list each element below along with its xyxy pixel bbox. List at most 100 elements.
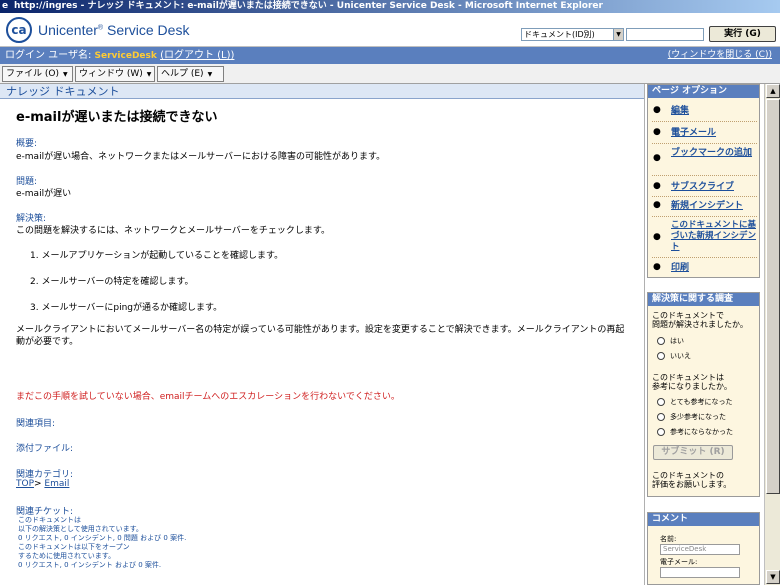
close-window-link[interactable]: (ウィンドウを閉じる (C)) (668, 47, 772, 64)
chevron-down-icon: ▼ (207, 71, 213, 78)
menu-window[interactable]: ウィンドウ (W) ▼ (75, 66, 155, 82)
divider (652, 143, 757, 144)
option-email[interactable]: ● 電子メール (648, 127, 759, 139)
login-bar: ログイン ユーザ名: ServiceDesk (ログアウト (L)) (ウィンド… (0, 47, 780, 64)
search-input[interactable] (626, 28, 704, 41)
radio-label: いいえ (670, 352, 691, 360)
tickets-line-5: するために使用されています。 (18, 552, 116, 560)
email-field[interactable] (660, 567, 740, 578)
chevron-down-icon: ▼ (62, 71, 68, 78)
bullet-icon: ● (653, 127, 661, 137)
option-edit[interactable]: ● 編集 (648, 105, 759, 117)
name-label: 名前: (660, 535, 677, 543)
bullet-icon: ● (653, 153, 661, 163)
divider (652, 121, 757, 122)
option-print[interactable]: ● 印刷 (648, 262, 759, 274)
attachments-label: 添付ファイル: (16, 444, 74, 454)
submit-button[interactable]: サブミット (R) (653, 445, 733, 460)
comment-panel: コメント 名前: ServiceDesk 電子メール: (647, 512, 760, 585)
radio-yes[interactable]: はい (657, 336, 684, 346)
category-top-link[interactable]: TOP (16, 479, 34, 489)
radio-label: 多少参考になった (670, 413, 726, 421)
option-label[interactable]: サブスクライブ (671, 181, 734, 193)
category-path: TOP> Email (16, 479, 69, 489)
bullet-icon: ● (653, 232, 661, 242)
section-header: ナレッジ ドキュメント (0, 84, 644, 99)
radio-label: 参考にならなかった (670, 428, 733, 436)
menu-bar: ファイル (O) ▼ ウィンドウ (W) ▼ ヘルプ (E) ▼ (0, 64, 780, 84)
radio-no[interactable]: いいえ (657, 351, 691, 361)
sidebar: ページ オプション ● 編集 ● 電子メール ● ブックマークの追加 ● サブスクライブ… (644, 84, 764, 585)
related-items-label: 関連項目: (16, 419, 56, 429)
option-label[interactable]: 印刷 (671, 262, 689, 274)
radio-circle[interactable] (657, 398, 665, 406)
divider (652, 175, 757, 176)
solution-step-3: 3. メールサーバーにpingが通るか確認します。 (30, 303, 223, 313)
page-title: e-mailが遅いまたは接続できない (16, 110, 218, 125)
option-label[interactable]: 電子メール (671, 127, 716, 139)
note-text: メールクライアントにおいてメールサーバー名の特定が誤っている可能性があります。設… (16, 325, 625, 347)
app-name-main: Unicenter (38, 22, 98, 38)
option-subscribe[interactable]: ● サブスクライブ (648, 181, 759, 193)
radio-somewhat-helpful[interactable]: 多少参考になった (657, 412, 726, 422)
option-bookmark[interactable]: ● ブックマークの追加 (648, 147, 759, 171)
page-options-header: ページ オプション (648, 85, 759, 98)
summary-text: e-mailが遅い場合、ネットワークまたはメールサーバーにおける障害の可能性があ… (16, 152, 386, 162)
name-field[interactable]: ServiceDesk (660, 544, 740, 555)
app-name: Unicenter® Service Desk (38, 22, 189, 38)
document-main: ナレッジ ドキュメント e-mailが遅いまたは接続できない 概要: e-mai… (0, 84, 644, 585)
divider (652, 216, 757, 217)
option-new-incident[interactable]: ● 新規インシデント (648, 200, 759, 212)
run-button[interactable]: 実行 (G) (709, 26, 776, 42)
menu-window-label: ウィンドウ (W) (79, 69, 143, 79)
option-new-incident-from-doc[interactable]: ● このドキュメントに基づいた新規インシデント (648, 220, 759, 256)
chevron-down-icon: ▼ (146, 71, 152, 78)
radio-very-helpful[interactable]: とても参考になった (657, 397, 732, 407)
solution-step-1: 1. メールアプリケーションが起動していることを確認します。 (30, 251, 284, 261)
radio-circle[interactable] (657, 337, 665, 345)
chevron-down-icon[interactable]: ▼ (613, 29, 623, 40)
page-options-panel: ページ オプション ● 編集 ● 電子メール ● ブックマークの追加 ● サブスクライブ… (647, 84, 760, 278)
radio-not-helpful[interactable]: 参考にならなかった (657, 427, 733, 437)
comment-header: コメント (648, 513, 759, 526)
survey-panel: 解決策に関する調査 このドキュメントで 問題が解決されましたか。 はい いいえ … (647, 292, 760, 497)
option-label[interactable]: 新規インシデント (671, 200, 743, 212)
divider (652, 196, 757, 197)
menu-file[interactable]: ファイル (O) ▼ (2, 66, 73, 82)
tickets-line-1: このドキュメントは (18, 516, 81, 524)
category-email-link[interactable]: Email (44, 479, 69, 489)
rate-line2: 評価をお願いします。 (652, 480, 732, 489)
window-title: http://ingres - ナレッジ ドキュメント: e-mailが遅いまた… (14, 1, 603, 11)
option-label[interactable]: 編集 (671, 105, 689, 117)
radio-label: はい (670, 337, 684, 345)
logout-link[interactable]: (ログアウト (L)) (160, 50, 234, 61)
vertical-scrollbar[interactable]: ▲ ▼ (764, 84, 780, 585)
bullet-icon: ● (653, 181, 661, 191)
solution-text: この問題を解決するには、ネットワークとメールサーバーをチェックします。 (16, 226, 331, 236)
tickets-line-4: このドキュメントは以下をオープン (18, 543, 130, 551)
menu-help[interactable]: ヘルプ (E) ▼ (157, 66, 224, 82)
username: ServiceDesk (94, 51, 157, 61)
category-separator: > (34, 479, 45, 489)
warning-text: まだこの手順を試していない場合、emailチームへのエスカレーションを行わないで… (16, 392, 400, 402)
option-label[interactable]: このドキュメントに基づいた新規インシデント (671, 220, 756, 253)
scroll-up-icon[interactable]: ▲ (766, 84, 780, 98)
bullet-icon: ● (653, 105, 661, 115)
option-label[interactable]: ブックマークの追加 (671, 147, 753, 159)
survey-q2-line2: 参考になりましたか。 (652, 382, 732, 391)
ca-logo-icon: ca (6, 17, 32, 43)
survey-q1-line2: 問題が解決されましたか。 (652, 320, 748, 329)
radio-circle[interactable] (657, 428, 665, 436)
survey-header: 解決策に関する調査 (648, 293, 759, 306)
bullet-icon: ● (653, 200, 661, 210)
scroll-thumb[interactable] (766, 99, 780, 494)
search-type-select[interactable]: ドキュメント(ID別) ▼ (521, 28, 624, 41)
radio-circle[interactable] (657, 352, 665, 360)
tickets-line-6: 0 リクエスト, 0 インシデント および 0 案件. (18, 561, 162, 569)
login-label: ログイン ユーザ名: (5, 50, 95, 61)
radio-circle[interactable] (657, 413, 665, 421)
radio-label: とても参考になった (670, 398, 733, 406)
scroll-down-icon[interactable]: ▼ (766, 570, 780, 584)
ie-icon: e (2, 1, 9, 11)
menu-file-label: ファイル (O) (6, 69, 59, 79)
